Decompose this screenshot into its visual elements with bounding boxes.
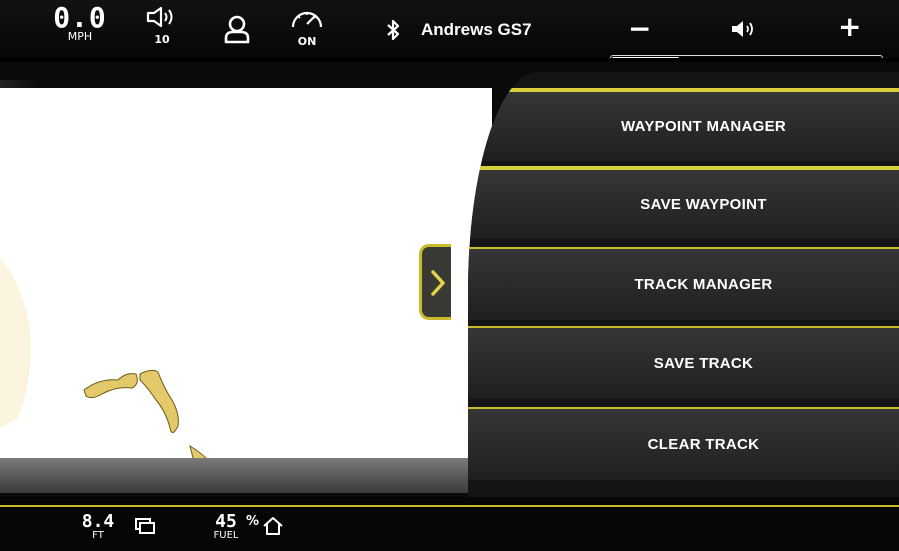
map-edge-shade bbox=[0, 80, 40, 493]
status-bar: 0.0 MPH 10 ON Andrews GS7 − + bbox=[0, 0, 899, 62]
volume-level-value: 10 bbox=[154, 33, 170, 46]
accent-divider bbox=[0, 505, 899, 507]
speaker-icon bbox=[146, 6, 173, 28]
menu-item-save-track[interactable]: SAVE TRACK bbox=[468, 326, 899, 399]
fuel-value: 45 bbox=[215, 511, 237, 532]
layers-icon bbox=[135, 518, 155, 534]
speaker-icon bbox=[732, 21, 753, 37]
speed-readout: 0.0 MPH bbox=[45, 1, 115, 43]
depth-unit: FT bbox=[92, 530, 104, 541]
cruise-control-button[interactable]: ON bbox=[285, 6, 329, 48]
bottom-status-bar: 8.4 FT 45 FUEL % bbox=[0, 497, 899, 551]
display-mode-button[interactable] bbox=[134, 517, 156, 539]
volume-slider-fill bbox=[612, 57, 679, 60]
bluetooth-button[interactable] bbox=[382, 18, 404, 46]
menu-item-label: SAVE WAYPOINT bbox=[640, 196, 767, 213]
speed-value: 0.0 bbox=[53, 1, 107, 34]
menu-item-waypoint-manager[interactable]: WAYPOINT MANAGER bbox=[468, 88, 899, 161]
cruise-status: ON bbox=[297, 35, 317, 48]
bluetooth-icon bbox=[387, 19, 400, 41]
volume-control: − + bbox=[594, 10, 890, 62]
gauge-icon bbox=[291, 11, 323, 28]
volume-slider[interactable] bbox=[610, 55, 883, 62]
home-button[interactable] bbox=[262, 516, 284, 540]
fuel-readout: 45 FUEL bbox=[206, 513, 246, 541]
fuel-percent-sign: % bbox=[246, 514, 260, 529]
menu-item-label: CLEAR TRACK bbox=[647, 436, 760, 453]
volume-level-button[interactable]: 10 bbox=[142, 6, 182, 46]
menu-item-label: SAVE TRACK bbox=[653, 355, 754, 372]
menu-item-save-waypoint[interactable]: SAVE WAYPOINT bbox=[468, 166, 899, 239]
menu-item-label: WAYPOINT MANAGER bbox=[620, 118, 787, 135]
chevron-right-icon bbox=[431, 270, 445, 296]
volume-up-button[interactable]: + bbox=[838, 10, 861, 43]
menu-item-track-manager[interactable]: TRACK MANAGER bbox=[468, 247, 899, 320]
map-bottom-band bbox=[0, 458, 500, 493]
volume-mute-button[interactable] bbox=[730, 20, 758, 42]
menu-item-label: TRACK MANAGER bbox=[634, 276, 773, 293]
menu-collapse-tab[interactable] bbox=[419, 244, 451, 320]
profile-button[interactable] bbox=[219, 14, 255, 48]
map-options-menu: WAYPOINT MANAGER SAVE WAYPOINT TRACK MAN… bbox=[468, 72, 899, 497]
menu-item-clear-track[interactable]: CLEAR TRACK bbox=[468, 407, 899, 480]
fuel-label: FUEL bbox=[213, 530, 239, 541]
volume-tick bbox=[594, 58, 596, 62]
home-icon bbox=[263, 517, 283, 535]
bluetooth-device-name[interactable]: Andrews GS7 bbox=[421, 20, 532, 40]
depth-value: 8.4 bbox=[81, 511, 115, 532]
volume-down-button[interactable]: − bbox=[628, 12, 651, 45]
user-icon bbox=[224, 15, 250, 44]
depth-readout: 8.4 FT bbox=[80, 513, 116, 541]
